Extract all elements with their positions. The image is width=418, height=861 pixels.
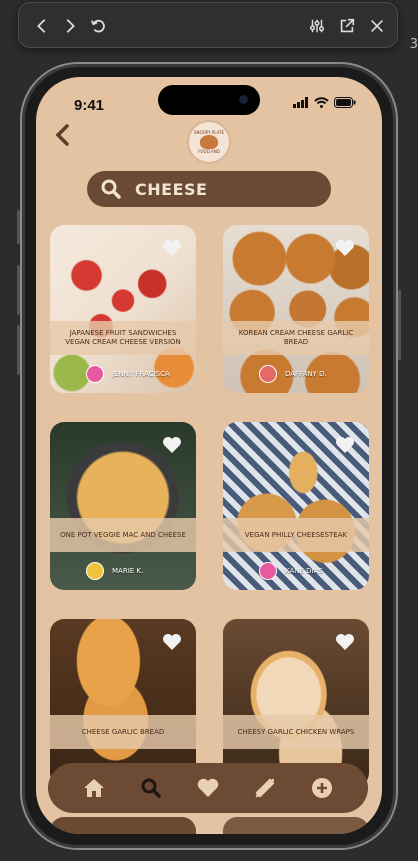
- recipe-title-banner: CHEESY GARLIC CHICKEN WRAPS: [223, 715, 369, 749]
- app-logo: SNOOPY PLATE FOOD AND: [187, 120, 231, 164]
- battery-icon: [334, 97, 356, 108]
- recipe-title-banner: CHEESE GARLIC BREAD: [50, 715, 196, 749]
- desktop-background: 3 9:41 SNOOPY PLATE FOOD AND CHEESE JAPA…: [0, 0, 418, 861]
- search-icon: [141, 778, 161, 798]
- author-name: JENNY FRACISCA: [112, 370, 170, 378]
- add-icon: [311, 778, 332, 798]
- back-arrow-icon[interactable]: [29, 13, 55, 39]
- recipe-title: ONE POT VEGGIE MAC AND CHEESE: [60, 530, 186, 539]
- recipe-card[interactable]: VEGAN PHILLY CHEESESTEAK KANE DIAS: [223, 422, 369, 590]
- recipe-title-banner: ONE POT VEGGIE MAC AND CHEESE: [50, 518, 196, 552]
- recipe-title: CHEESY GARLIC CHICKEN WRAPS: [237, 727, 355, 736]
- heart-icon[interactable]: [335, 239, 355, 257]
- nav-recipes[interactable]: [251, 774, 279, 802]
- heart-icon: [197, 778, 219, 797]
- author-name: MARIE K.: [112, 567, 144, 575]
- reload-icon[interactable]: [85, 13, 111, 39]
- forward-arrow-icon[interactable]: [57, 13, 83, 39]
- open-external-icon[interactable]: [334, 13, 360, 39]
- recipe-title: CHEESE GARLIC BREAD: [81, 727, 165, 736]
- author-name: KANE DIAS: [285, 567, 323, 575]
- recipe-author[interactable]: JENNY FRACISCA: [86, 365, 170, 383]
- nav-search[interactable]: [137, 774, 165, 802]
- side-button: [398, 290, 401, 360]
- camera-dot: [239, 95, 248, 104]
- recipe-title: KOREAN CREAM CHEESE GARLIC BREAD: [238, 329, 354, 346]
- recipe-title-banner: KOREAN CREAM CHEESE GARLIC BREAD: [223, 321, 369, 355]
- adjustments-icon[interactable]: [304, 13, 330, 39]
- logo-text-bottom: FOOD AND: [198, 149, 220, 154]
- heart-icon[interactable]: [162, 633, 182, 651]
- recipe-card[interactable]: JAPANESE FRUIT SANDWICHES VEGAN CREAM CH…: [50, 225, 196, 393]
- search-bar[interactable]: CHEESE: [87, 171, 331, 207]
- dynamic-island: [158, 85, 260, 115]
- browser-toolbar: [18, 2, 398, 48]
- heart-icon[interactable]: [162, 436, 182, 454]
- recipe-title: JAPANESE FRUIT SANDWICHES VEGAN CREAM CH…: [65, 329, 181, 346]
- bottom-nav: [48, 763, 368, 813]
- phone-screen: 9:41 SNOOPY PLATE FOOD AND CHEESE JAPANE…: [36, 77, 382, 834]
- recipe-author[interactable]: MARIE K.: [86, 562, 143, 580]
- status-time: 9:41: [74, 97, 105, 114]
- wifi-icon: [314, 97, 329, 108]
- recipe-author[interactable]: KANE DIAS: [259, 562, 323, 580]
- search-icon: [101, 179, 121, 199]
- recipe-card[interactable]: ONE POT VEGGIE MAC AND CHEESE MARIE K.: [50, 422, 196, 590]
- close-icon[interactable]: [364, 13, 390, 39]
- recipe-card[interactable]: KOREAN CREAM CHEESE GARLIC BREAD DAFFANY…: [223, 225, 369, 393]
- recipe-title-banner: JAPANESE FRUIT SANDWICHES VEGAN CREAM CH…: [50, 321, 196, 355]
- author-name: DAFFANY D.: [285, 370, 327, 378]
- heart-icon[interactable]: [162, 239, 182, 257]
- home-icon: [84, 779, 105, 797]
- avatar: [86, 365, 104, 383]
- back-chevron-icon[interactable]: [52, 123, 74, 147]
- recipe-title: VEGAN PHILLY CHEESESTEAK: [244, 530, 348, 539]
- nav-add[interactable]: [308, 774, 336, 802]
- recipe-card[interactable]: CHEESY GARLIC CHICKEN WRAPS: [223, 619, 369, 787]
- recipe-card-peek[interactable]: [50, 817, 196, 834]
- recipe-card[interactable]: CHEESE GARLIC BREAD: [50, 619, 196, 787]
- search-query[interactable]: CHEESE: [135, 180, 207, 199]
- recipe-title-banner: VEGAN PHILLY CHEESESTEAK: [223, 518, 369, 552]
- avatar: [259, 365, 277, 383]
- nav-home[interactable]: [80, 774, 108, 802]
- logo-face-icon: [200, 135, 218, 149]
- edge-text: 3: [409, 37, 418, 52]
- recipes-icon: [255, 778, 274, 798]
- avatar: [86, 562, 104, 580]
- recipe-card-peek[interactable]: [223, 817, 369, 834]
- status-icons: [293, 97, 356, 108]
- signal-icon: [293, 97, 308, 108]
- nav-favorites[interactable]: [194, 774, 222, 802]
- recipe-author[interactable]: DAFFANY D.: [259, 365, 327, 383]
- heart-icon[interactable]: [335, 633, 355, 651]
- avatar: [259, 562, 277, 580]
- heart-icon[interactable]: [335, 436, 355, 454]
